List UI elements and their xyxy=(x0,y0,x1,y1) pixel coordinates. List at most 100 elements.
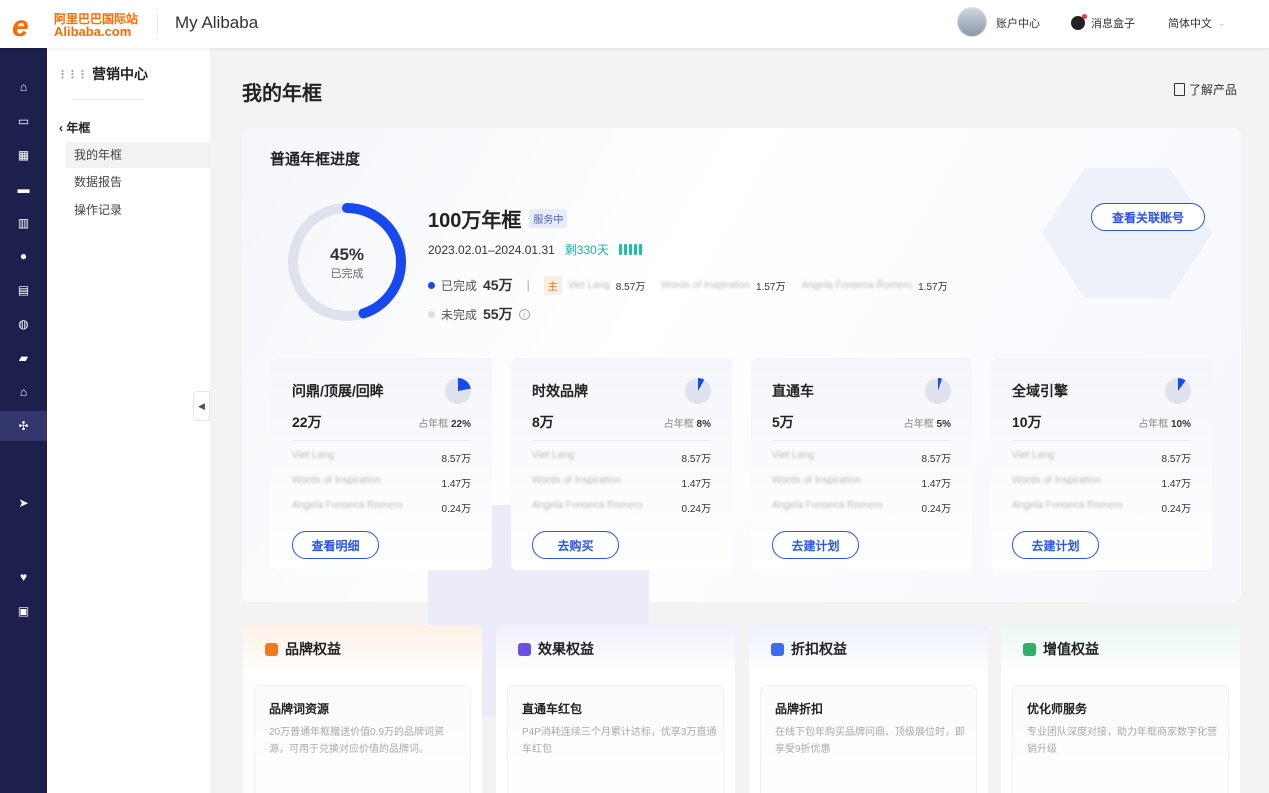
send-icon[interactable]: ➤ xyxy=(0,488,47,518)
account-name: Angela Fonseca Romero xyxy=(292,500,403,511)
learn-product-link[interactable]: 了解产品 xyxy=(1174,81,1237,98)
share-pie-icon xyxy=(685,378,711,404)
divider: | xyxy=(526,278,530,292)
benefit-header: 折扣权益 xyxy=(749,625,988,673)
category-name: 全域引擎 xyxy=(1012,383,1068,399)
users-icon[interactable]: ● xyxy=(0,241,47,271)
info-icon[interactable]: i xyxy=(518,308,530,320)
benefit-title: 增值权益 xyxy=(1043,641,1099,657)
progress-card: 普通年框进度 45% 已完成 100万年框 服务中 2023.02.01–2024.… xyxy=(242,128,1241,717)
group-label: 年框 xyxy=(66,121,91,135)
completed-dot xyxy=(428,281,435,289)
category-action-button[interactable]: 去建计划 xyxy=(1012,531,1099,559)
chevron-down-icon: ⌄ xyxy=(1218,17,1226,28)
undone-amount: 55万 xyxy=(483,306,513,322)
category-name: 直通车 xyxy=(772,383,814,399)
bank-icon[interactable]: ⌂ xyxy=(0,377,47,407)
category-amount: 10万 xyxy=(1012,414,1042,430)
account-name: Viet Lang xyxy=(772,450,815,461)
share-label: 占年框 xyxy=(418,419,449,430)
account-name: Angela Fonseca Romero xyxy=(1012,500,1123,511)
heart-icon[interactable]: ♥ xyxy=(0,562,47,592)
account-value: 8.57万 xyxy=(615,281,646,293)
top-header: e 阿里巴巴国际站 Alibaba.com My Alibaba 账户中心 消息… xyxy=(0,0,1269,48)
category-amount: 22万 xyxy=(292,414,322,430)
briefcase-icon[interactable]: ▣ xyxy=(0,596,47,626)
benefit-item-title: 品牌词资源 xyxy=(269,702,330,716)
sidebar-group-back[interactable]: ‹ 年框 xyxy=(59,119,90,136)
uncompleted-dot xyxy=(428,310,435,318)
sidebar-title-text: 营销中心 xyxy=(92,66,148,82)
grid-icon: ⋮⋮⋮ xyxy=(57,68,88,81)
benefit-item-desc: 在线下包年购买品牌问鼎、顶级展位时，即享受9折优惠 xyxy=(775,727,965,755)
account-row: Viet Lang 8.57万 xyxy=(1012,450,1191,465)
benefit-item-title: 直通车红包 xyxy=(522,702,583,716)
benefit-item[interactable]: 优化师服务 专业团队深度对接，助力年框商家数字化营销升级 xyxy=(1012,685,1229,793)
benefit-title: 效果权益 xyxy=(538,641,594,657)
share-value: 5% xyxy=(936,419,951,430)
document-icon[interactable]: ▤ xyxy=(0,275,47,305)
marketing-icon[interactable]: ✣ xyxy=(0,411,47,441)
account-value: 1.47万 xyxy=(441,479,471,490)
account-value: 1.47万 xyxy=(1161,479,1191,490)
sidebar-item-operation-log[interactable]: 操作记录 xyxy=(66,197,210,223)
progress-title: 普通年框进度 xyxy=(270,151,361,168)
account-value: 1.57万 xyxy=(918,281,948,293)
benefit-item-title: 品牌折扣 xyxy=(775,702,824,716)
collapse-sidebar-button[interactable]: ◀ xyxy=(193,391,210,421)
benefit-icon xyxy=(265,642,278,656)
category-action-button[interactable]: 查看明细 xyxy=(292,531,379,559)
account-value: 1.57万 xyxy=(756,281,786,293)
account-value: 1.47万 xyxy=(921,479,951,490)
category-share: 占年框 5% xyxy=(904,415,951,430)
account-value: 8.57万 xyxy=(921,454,951,465)
account-value: 0.24万 xyxy=(441,504,471,515)
avatar[interactable] xyxy=(957,7,987,37)
category-action-button[interactable]: 去建计划 xyxy=(772,531,859,559)
sidebar-item-my-annual[interactable]: 我的年框 xyxy=(66,142,210,168)
account-name: Angela Fonseca Romero xyxy=(801,279,913,291)
benefit-item[interactable]: 直通车红包 P4P消耗连续三个月累计达标，优享3万直通车红包 xyxy=(507,685,724,793)
benefit-card: 品牌权益 品牌词资源 20万普通年框赠送价值0.9万的品牌词资源，可用于兑换对应价… xyxy=(243,625,482,793)
chart-icon[interactable]: ▥ xyxy=(0,208,47,238)
apps-icon[interactable]: ▦ xyxy=(0,140,47,170)
plan-name: 100万年框 服务中 xyxy=(428,204,568,233)
category-share: 占年框 22% xyxy=(418,415,471,430)
benefit-title: 折扣权益 xyxy=(791,641,847,657)
globe-icon[interactable]: ◍ xyxy=(0,309,47,339)
home-icon[interactable]: ⌂ xyxy=(0,72,47,102)
benefit-item[interactable]: 品牌词资源 20万普通年框赠送价值0.9万的品牌词资源，可用于兑换对应价值的品牌词… xyxy=(254,685,471,793)
decorative-hexagon xyxy=(1042,168,1212,298)
view-linked-accounts-button[interactable]: 查看关联账号 xyxy=(1091,203,1205,231)
logo-en: Alibaba.com xyxy=(54,24,132,39)
share-value: 10% xyxy=(1170,419,1191,430)
store-icon[interactable]: ▭ xyxy=(0,106,47,136)
divider xyxy=(72,99,144,100)
account-label: 账户中心 xyxy=(996,18,1040,30)
language-select[interactable]: 简体中文 ⌄ xyxy=(1168,15,1226,31)
account-row: Viet Lang 8.57万 xyxy=(772,450,951,465)
main-tag: 主 xyxy=(543,275,562,295)
account-value: 1.47万 xyxy=(681,479,711,490)
share-label: 占年框 xyxy=(663,419,694,430)
sidebar-item-data-report[interactable]: 数据报告 xyxy=(66,169,210,195)
undone-label: 未完成 xyxy=(441,307,478,322)
done-label: 已完成 xyxy=(441,278,478,293)
bell-icon xyxy=(1071,14,1087,30)
account-center-link[interactable]: 账户中心 xyxy=(996,15,1040,31)
share-label: 占年框 xyxy=(903,419,934,430)
divider xyxy=(292,440,471,441)
remaining-bar xyxy=(633,244,637,255)
account-value: 8.57万 xyxy=(681,454,711,465)
message-icon[interactable]: ▬ xyxy=(0,174,47,204)
category-action-button[interactable]: 去购买 xyxy=(532,531,619,559)
truck-icon[interactable]: ▰ xyxy=(0,343,47,373)
account-row: Angela Fonseca Romero 0.24万 xyxy=(532,500,711,515)
divider xyxy=(1012,440,1191,441)
alibaba-logo[interactable]: e 阿里巴巴国际站 Alibaba.com xyxy=(12,8,142,43)
share-pie-icon xyxy=(445,378,471,404)
percent: 45% xyxy=(329,245,365,264)
benefit-item[interactable]: 品牌折扣在线下包年购买品牌问鼎、顶级展位时，即享受9折优惠 xyxy=(760,685,977,793)
account-row: Words of Inspiration 1.47万 xyxy=(532,475,711,490)
message-box-link[interactable]: 消息盒子 xyxy=(1071,14,1135,31)
